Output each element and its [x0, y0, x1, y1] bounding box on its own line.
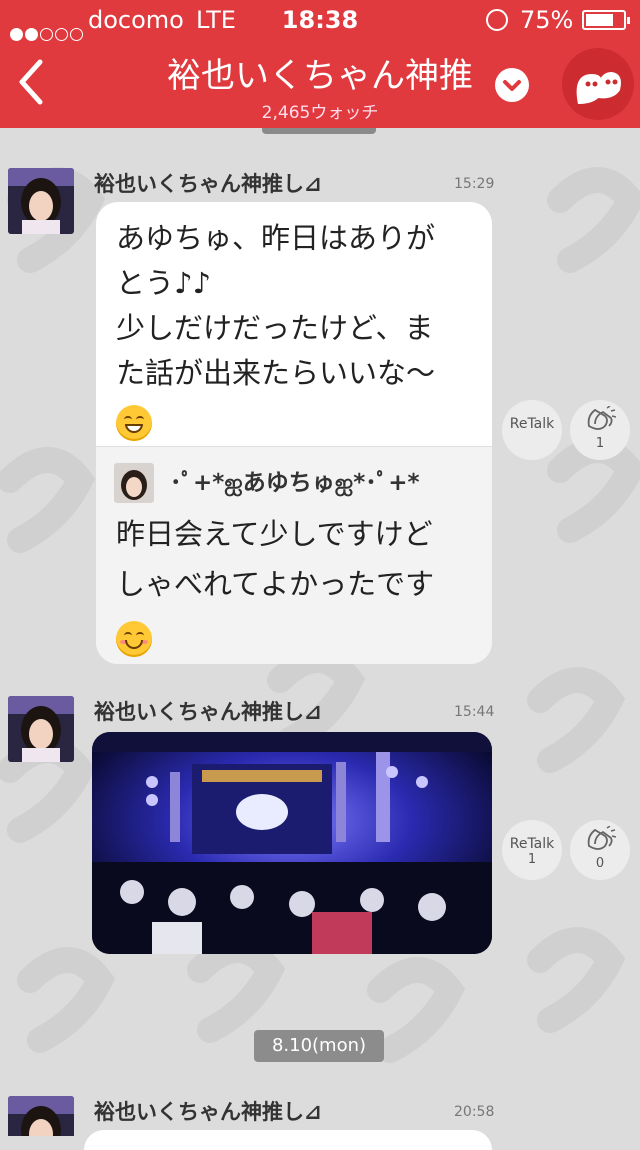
clap-button[interactable]: 0 — [570, 820, 630, 880]
user-avatar-image — [8, 696, 74, 762]
title-dropdown-button[interactable] — [495, 68, 529, 102]
user-avatar-image — [8, 1096, 74, 1136]
page-title[interactable]: 裕也いくちゃん神推 — [140, 48, 500, 97]
clap-icon — [587, 825, 617, 850]
message-time: 20:58 — [454, 1104, 495, 1120]
message-bubble[interactable]: あゆちゅ、昨日はありが とう♪♪ 少しだけだったけど、ま た話が出来たらいいな〜… — [96, 202, 492, 664]
message-username[interactable]: 裕也いくちゃん神推し⊿ — [94, 1096, 322, 1126]
chevron-down-icon — [503, 80, 521, 91]
battery-percent: 75% — [520, 6, 574, 34]
date-separator: 8.10(mon) — [254, 1030, 384, 1062]
message-line: とう♪♪ — [116, 266, 212, 300]
clap-icon — [587, 405, 617, 430]
clap-button[interactable]: 1 — [570, 400, 630, 460]
reply-line: しゃべれてよかったです — [116, 567, 435, 601]
reply-avatar[interactable] — [114, 463, 154, 503]
chevron-left-icon — [19, 59, 43, 105]
smile-emoji-icon — [116, 621, 152, 657]
mascot-icon — [576, 72, 621, 104]
message-line: た話が出来たらいいな〜 — [116, 356, 436, 390]
rotation-lock-icon — [486, 9, 508, 31]
retalk-button[interactable]: ReTalk 1 — [502, 820, 562, 880]
message-username[interactable]: 裕也いくちゃん神推し⊿ — [94, 168, 322, 198]
message-time: 15:29 — [454, 176, 495, 192]
message-item: 裕也いくちゃん神推し⊿ 15:44 ReTalk 1 0 — [0, 688, 640, 968]
reply-avatar-image — [114, 463, 154, 503]
watch-count: 2,465ウォッチ — [261, 103, 379, 123]
message-text: あゆちゅ、昨日はありが とう♪♪ 少しだけだったけど、ま た話が出来たらいいな〜 — [96, 202, 492, 441]
grin-emoji-icon — [116, 405, 152, 441]
avatar[interactable] — [8, 1096, 74, 1136]
clap-count: 0 — [595, 856, 605, 871]
reply-section[interactable]: ･ﾟ+*ஐあゆちゅஐ*･ﾟ+* 昨日会えて少しですけど しゃべれてよかったです — [96, 446, 492, 664]
message-line: あゆちゅ、昨日はありが — [116, 221, 436, 255]
message-item: 裕也いくちゃん神推し⊿ 15:29 あゆちゅ、昨日はありが とう♪♪ 少しだけだ… — [0, 160, 640, 680]
retalk-label: ReTalk — [509, 836, 555, 852]
clap-count: 1 — [595, 436, 605, 451]
retalk-count: 1 — [527, 852, 537, 867]
message-time: 15:44 — [454, 704, 495, 720]
message-bubble[interactable] — [84, 1130, 492, 1150]
app-header: docomo LTE 18:38 75% 裕也いくちゃん神推 2,465ウォッチ — [0, 0, 640, 128]
message-username[interactable]: 裕也いくちゃん神推し⊿ — [94, 696, 322, 726]
message-item: 裕也いくちゃん神推し⊿ 20:58 — [0, 1088, 640, 1136]
reply-line: 昨日会えて少しですけど — [116, 517, 433, 551]
reply-username[interactable]: ･ﾟ+*ஐあゆちゅஐ*･ﾟ+* — [170, 463, 420, 499]
back-button[interactable] — [12, 56, 52, 108]
avatar[interactable] — [8, 696, 74, 762]
message-line: 少しだけだったけど、ま — [116, 311, 434, 345]
retalk-button[interactable]: ReTalk — [502, 400, 562, 460]
avatar[interactable] — [8, 168, 74, 234]
reply-text: 昨日会えて少しですけど しゃべれてよかったです — [116, 509, 434, 659]
battery-icon — [582, 10, 630, 30]
message-photo[interactable] — [92, 732, 492, 954]
mascot-button[interactable] — [562, 48, 634, 120]
concert-stage-photo — [92, 732, 492, 954]
user-avatar-image — [8, 168, 74, 234]
retalk-label: ReTalk — [509, 416, 555, 432]
status-bar: docomo LTE 18:38 75% — [0, 0, 640, 41]
